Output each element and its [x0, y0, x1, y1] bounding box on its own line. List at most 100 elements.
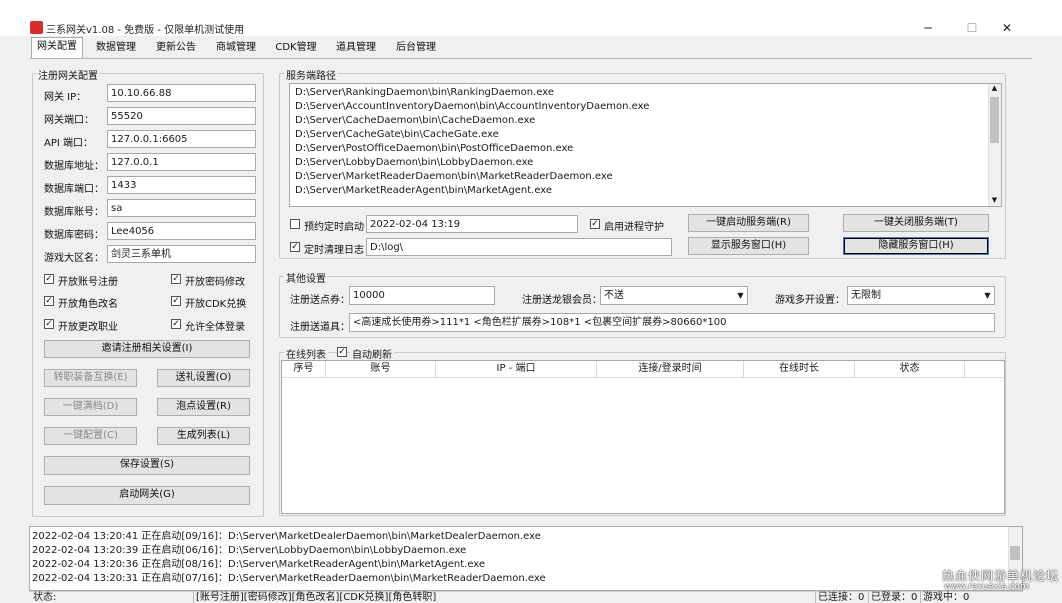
onekey-config-button[interactable]: 一键配置(C) — [44, 427, 137, 445]
col-connect-time[interactable]: 连接/登录时间 — [597, 361, 744, 377]
db-port-input[interactable]: 1433 — [107, 176, 256, 194]
open-password-change-label: 开放密码修改 — [185, 277, 245, 288]
service-path-title: 服务端路径 — [284, 67, 338, 82]
reg-items-label: 注册送道具： — [290, 322, 350, 333]
maximize-button[interactable]: ☐ — [962, 20, 982, 36]
onekey-start-server-button[interactable]: 一键启动服务端(R) — [688, 214, 809, 232]
auto-refresh-checkbox[interactable]: ✓ — [337, 347, 347, 357]
hide-service-window-button[interactable]: 隐藏服务窗口(H) — [843, 237, 989, 255]
service-path-item[interactable]: D:\Server\CacheDaemon\bin\CacheDaemon.ex… — [290, 114, 1001, 128]
close-button[interactable]: ✕ — [997, 20, 1017, 36]
watermark-url: www.rexuexia.com — [944, 582, 1029, 592]
col-index[interactable]: 序号 — [282, 361, 326, 377]
tab-item-management[interactable]: 道具管理 — [328, 38, 384, 58]
service-path-list[interactable]: D:\Server\RankingDaemon\bin\RankingDaemo… — [289, 83, 1002, 207]
service-path-item[interactable]: D:\Server\LobbyDaemon\bin\LobbyDaemon.ex… — [290, 156, 1001, 170]
tab-cdk-management[interactable]: CDK管理 — [268, 38, 324, 58]
game-region-label: 游戏大区名： — [44, 253, 104, 264]
api-port-input[interactable]: 127.0.0.1:6605 — [107, 130, 256, 148]
db-password-input[interactable]: Lee4056 — [107, 222, 256, 240]
service-path-item[interactable]: D:\Server\RankingDaemon\bin\RankingDaemo… — [290, 86, 1001, 100]
db-account-label: 数据库账号： — [44, 207, 104, 218]
online-table[interactable] — [281, 360, 1005, 514]
allow-all-login-label: 允许全体登录 — [185, 322, 245, 333]
log-panel[interactable]: 2022-02-04 13:20:41 正在启动[09/16]：D:\Serve… — [29, 526, 1023, 591]
allow-all-login-checkbox[interactable]: ✓ — [171, 319, 181, 329]
col-ip-port[interactable]: IP - 端口 — [436, 361, 597, 377]
scroll-down-icon[interactable]: ▼ — [990, 196, 999, 206]
onekey-full-button[interactable]: 一键满档(D) — [44, 398, 137, 416]
db-account-input[interactable]: sa — [107, 199, 256, 217]
reg-vip-select[interactable]: 不送 — [600, 286, 748, 305]
minimize-button[interactable]: ─ — [918, 20, 938, 36]
clear-log-path-input[interactable]: D:\log\ — [366, 238, 672, 256]
transfer-equip-button[interactable]: 转职装备互换(E) — [44, 369, 137, 387]
reg-points-label: 注册送点券： — [290, 295, 350, 306]
service-path-item[interactable]: D:\Server\PostOfficeDaemon\bin\PostOffic… — [290, 142, 1001, 156]
service-path-item[interactable]: D:\Server\CacheGate\bin\CacheGate.exe — [290, 128, 1001, 142]
start-gateway-button[interactable]: 启动网关(G) — [44, 486, 250, 505]
open-job-change-checkbox[interactable]: ✓ — [44, 319, 54, 329]
col-status[interactable]: 状态 — [855, 361, 965, 377]
tab-backend-management[interactable]: 后台管理 — [388, 38, 444, 58]
log-line: 2022-02-04 13:20:41 正在启动[09/16]：D:\Serve… — [32, 531, 541, 542]
tab-data-management[interactable]: 数据管理 — [88, 38, 144, 58]
points-settings-button[interactable]: 泡点设置(R) — [157, 398, 250, 416]
reg-items-input[interactable]: <高速成长使用券>111*1 <角色栏扩展券>108*1 <包裹空间扩展券>80… — [349, 313, 995, 332]
service-path-item[interactable]: D:\Server\MarketReaderAgent\bin\MarketAg… — [290, 184, 1001, 198]
service-path-item[interactable]: D:\Server\AccountInventoryDaemon\bin\Acc… — [290, 100, 1001, 114]
game-region-input[interactable]: 剑灵三系单机 — [107, 245, 256, 263]
chevron-down-icon[interactable]: ▼ — [735, 288, 746, 303]
db-address-label: 数据库地址： — [44, 161, 104, 172]
multi-open-select[interactable]: 无限制 — [847, 286, 995, 305]
open-password-change-checkbox[interactable]: ✓ — [171, 274, 181, 284]
online-list-title: 在线列表 — [284, 346, 328, 361]
db-password-label: 数据库密码： — [44, 230, 104, 241]
open-rename-checkbox[interactable]: ✓ — [44, 296, 54, 306]
clear-log-label: 定时清理日志 — [304, 245, 364, 256]
gateway-port-label: 网关端口： — [44, 115, 94, 126]
open-register-checkbox[interactable]: ✓ — [44, 274, 54, 284]
gateway-port-input[interactable]: 55520 — [107, 107, 256, 125]
scheduled-start-time-input[interactable]: 2022-02-04 13:19 — [366, 215, 578, 233]
open-job-change-label: 开放更改职业 — [58, 322, 118, 333]
tab-mall-management[interactable]: 商城管理 — [208, 38, 264, 58]
tab-update-notice[interactable]: 更新公告 — [148, 38, 204, 58]
db-address-input[interactable]: 127.0.0.1 — [107, 153, 256, 171]
save-settings-button[interactable]: 保存设置(S) — [44, 456, 250, 475]
open-rename-label: 开放角色改名 — [58, 299, 118, 310]
chevron-down-icon[interactable]: ▼ — [982, 288, 993, 303]
app-icon — [30, 21, 43, 34]
gateway-ip-input[interactable]: 10.10.66.88 — [107, 84, 256, 102]
service-path-item[interactable]: D:\Server\MarketReaderDaemon\bin\MarketR… — [290, 170, 1001, 184]
tab-divider — [29, 58, 1032, 59]
other-settings-title: 其他设置 — [284, 270, 328, 285]
db-port-label: 数据库端口： — [44, 184, 104, 195]
clear-log-checkbox[interactable]: ✓ — [290, 242, 300, 252]
register-group-title: 注册网关配置 — [36, 67, 100, 82]
tab-gateway-config[interactable]: 网关配置 — [31, 37, 83, 59]
reg-vip-label: 注册送龙银会员： — [522, 295, 602, 306]
scroll-up-icon[interactable]: ▲ — [990, 84, 999, 94]
col-online-duration[interactable]: 在线时长 — [744, 361, 855, 377]
log-scroll-thumb[interactable] — [1010, 546, 1020, 560]
log-line: 2022-02-04 13:20:36 正在启动[08/16]：D:\Serve… — [32, 559, 486, 570]
open-cdk-checkbox[interactable]: ✓ — [171, 296, 181, 306]
onekey-stop-server-button[interactable]: 一键关闭服务端(T) — [843, 214, 989, 232]
invite-register-settings-button[interactable]: 邀请注册相关设置(I) — [44, 340, 250, 358]
scheduled-start-label: 预约定时启动 — [304, 222, 364, 233]
status-label: 状态: — [33, 592, 57, 603]
log-line: 2022-02-04 13:20:39 正在启动[06/16]：D:\Serve… — [32, 545, 467, 556]
api-port-label: API 端口： — [44, 138, 93, 149]
show-service-window-button[interactable]: 显示服务窗口(H) — [688, 237, 809, 255]
log-line: 2022-02-04 13:20:31 正在启动[07/16]：D:\Serve… — [32, 573, 546, 584]
open-register-label: 开放账号注册 — [58, 277, 118, 288]
col-account[interactable]: 账号 — [326, 361, 436, 377]
reg-points-input[interactable]: 10000 — [349, 286, 495, 305]
gift-settings-button[interactable]: 送礼设置(O) — [157, 369, 250, 387]
process-guard-checkbox[interactable]: ✓ — [590, 219, 600, 229]
scheduled-start-checkbox[interactable] — [290, 219, 300, 229]
open-cdk-label: 开放CDK兑换 — [185, 299, 247, 310]
scroll-thumb[interactable] — [990, 97, 999, 143]
generate-list-button[interactable]: 生成列表(L) — [157, 427, 250, 445]
